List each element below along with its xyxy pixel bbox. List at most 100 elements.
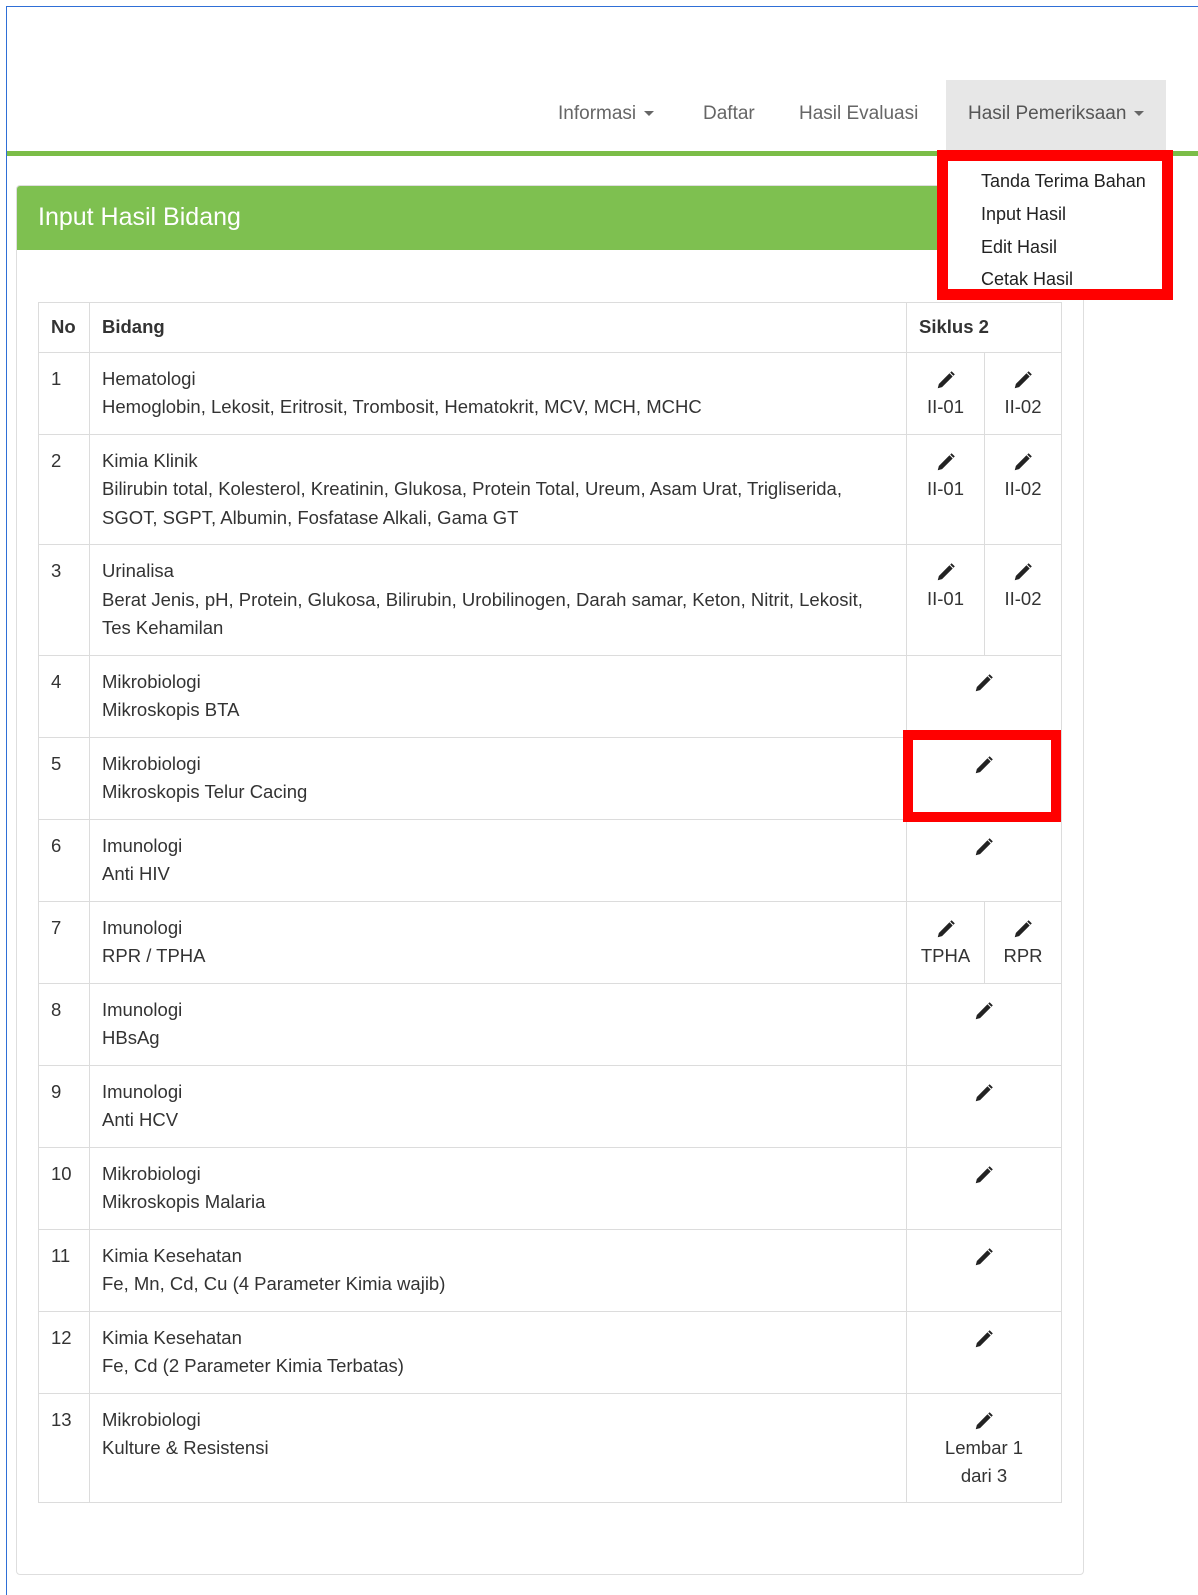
nav-item-daftar[interactable]: Daftar bbox=[703, 80, 755, 154]
page-title: Input Hasil Bidang bbox=[38, 203, 241, 231]
siklus-action-cell: RPR bbox=[984, 900, 1062, 984]
siklus-action-cell: Lembar 1 dari 3 bbox=[906, 1392, 1062, 1503]
bidang-cell: Kimia Kesehatan Fe, Cd (2 Parameter Kimia… bbox=[89, 1310, 907, 1394]
table-row: 10 Mikrobiologi Mikroskopis Malaria bbox=[38, 1146, 1062, 1230]
pencil-icon[interactable] bbox=[935, 451, 957, 473]
row-number: 1 bbox=[38, 351, 90, 435]
row-number: 12 bbox=[38, 1310, 90, 1394]
nav-item-informasi[interactable]: Informasi bbox=[558, 80, 655, 154]
table-row: 8 Imunologi HBsAg bbox=[38, 982, 1062, 1066]
siklus-action-cell: TPHA bbox=[906, 900, 985, 984]
table-row: 1 Hematologi Hemoglobin, Lekosit, Eritrosi… bbox=[38, 351, 1062, 435]
pencil-icon[interactable] bbox=[1012, 561, 1034, 583]
dropdown-item-input-hasil[interactable]: Input Hasil bbox=[981, 204, 1066, 225]
header-bidang: Bidang bbox=[89, 302, 907, 353]
siklus-action-cell bbox=[906, 1310, 1062, 1394]
table-row: 5 Mikrobiologi Mikroskopis Telur Cacing bbox=[38, 736, 1062, 820]
bidang-parameters: Bilirubin total, Kolesterol, Kreatinin, … bbox=[102, 478, 842, 528]
caret-down-icon bbox=[1134, 111, 1145, 117]
bidang-name: Kimia Kesehatan bbox=[102, 1326, 242, 1348]
bidang-name: Mikrobiologi bbox=[102, 752, 201, 774]
bidang-parameters: Fe, Mn, Cd, Cu (4 Parameter Kimia wajib) bbox=[102, 1273, 446, 1294]
bidang-cell: Mikrobiologi Mikroskopis Telur Cacing bbox=[89, 736, 907, 820]
nav-item-label: Hasil Evaluasi bbox=[799, 103, 919, 124]
bidang-name: Mikrobiologi bbox=[102, 1408, 201, 1430]
nav-item-hasil-pemeriksaan[interactable]: Hasil Pemeriksaan bbox=[946, 80, 1167, 154]
siklus-action-cell: II-02 bbox=[984, 544, 1062, 656]
pencil-icon[interactable] bbox=[973, 672, 995, 694]
hasil-pemeriksaan-dropdown: Tanda Terima Bahan Input Hasil Edit Hasi… bbox=[937, 150, 1173, 300]
action-label: II-01 bbox=[926, 477, 965, 499]
pencil-icon[interactable] bbox=[1012, 369, 1034, 391]
bidang-parameters: HBsAg bbox=[102, 1027, 160, 1048]
pencil-icon[interactable] bbox=[973, 1082, 995, 1104]
pencil-icon[interactable] bbox=[1012, 918, 1034, 940]
action-label: RPR bbox=[1003, 944, 1043, 966]
bidang-parameters: Hemoglobin, Lekosit, Eritrosit, Trombosi… bbox=[102, 396, 702, 417]
action-label: II-01 bbox=[926, 588, 965, 609]
dropdown-item-cetak-hasil[interactable]: Cetak Hasil bbox=[981, 269, 1073, 290]
table-row: 11 Kimia Kesehatan Fe, Mn, Cd, Cu (4 Param… bbox=[38, 1228, 1062, 1312]
bidang-cell: Imunologi Anti HCV bbox=[89, 1064, 907, 1148]
row-number: 6 bbox=[38, 818, 90, 902]
window-frame-left bbox=[6, 6, 7, 1595]
pencil-icon[interactable] bbox=[973, 1246, 995, 1268]
pencil-icon[interactable] bbox=[1012, 451, 1034, 473]
siklus-action-cell bbox=[906, 1146, 1062, 1230]
siklus-action-cell bbox=[906, 982, 1062, 1066]
nav-menu: Informasi Daftar Hasil Evaluasi Hasil Pe… bbox=[7, 80, 1198, 154]
bidang-cell: Hematologi Hemoglobin, Lekosit, Eritrosit… bbox=[89, 351, 907, 435]
pencil-icon[interactable] bbox=[973, 1410, 995, 1432]
bidang-parameters: Berat Jenis, pH, Protein, Glukosa, Bilir… bbox=[102, 588, 863, 639]
table-row: 3 Urinalisa Berat Jenis, pH, Protein, Gluk… bbox=[38, 544, 1062, 656]
pencil-icon[interactable] bbox=[935, 918, 957, 940]
pencil-icon[interactable] bbox=[973, 754, 995, 776]
siklus-action-cell bbox=[906, 654, 1062, 738]
pencil-icon[interactable] bbox=[973, 836, 995, 858]
row-number: 11 bbox=[38, 1228, 90, 1312]
pencil-icon[interactable] bbox=[935, 369, 957, 391]
row-number: 2 bbox=[38, 433, 90, 545]
table-row: 7 Imunologi RPR / TPHA TPHA RPR bbox=[38, 900, 1062, 984]
bidang-name: Mikrobiologi bbox=[102, 670, 201, 692]
siklus-action-cell: II-01 bbox=[906, 351, 985, 435]
table-row: 2 Kimia Klinik Bilirubin total, Kolesterol… bbox=[38, 433, 1062, 545]
nav-item-hasil-evaluasi[interactable]: Hasil Evaluasi bbox=[799, 80, 918, 154]
row-number: 4 bbox=[38, 654, 90, 738]
row-number: 9 bbox=[38, 1064, 90, 1148]
top-navbar: Informasi Daftar Hasil Evaluasi Hasil Pe… bbox=[7, 7, 1198, 154]
siklus-action-cell: II-02 bbox=[984, 351, 1062, 435]
table-row: 6 Imunologi Anti HIV bbox=[38, 818, 1062, 902]
action-label: II-02 bbox=[1004, 477, 1042, 499]
siklus-action-cell bbox=[906, 818, 1062, 902]
action-label: II-01 bbox=[926, 395, 965, 417]
pencil-icon[interactable] bbox=[973, 1328, 995, 1350]
bidang-cell: Imunologi HBsAg bbox=[89, 982, 907, 1066]
bidang-name: Urinalisa bbox=[102, 560, 174, 581]
bidang-name: Mikrobiologi bbox=[102, 1162, 201, 1184]
bidang-parameters: Anti HCV bbox=[102, 1109, 179, 1130]
pencil-icon[interactable] bbox=[935, 561, 957, 583]
bidang-name: Imunologi bbox=[102, 998, 183, 1020]
row-number: 10 bbox=[38, 1146, 90, 1230]
row-number: 13 bbox=[38, 1392, 90, 1503]
row-number: 3 bbox=[38, 544, 90, 656]
pencil-icon[interactable] bbox=[973, 1000, 995, 1022]
dropdown-item-edit-hasil[interactable]: Edit Hasil bbox=[981, 237, 1057, 258]
bidang-cell: Mikrobiologi Mikroskopis BTA bbox=[89, 654, 907, 738]
pencil-icon[interactable] bbox=[973, 1164, 995, 1186]
action-label: Lembar 1 dari 3 bbox=[944, 1436, 1024, 1486]
bidang-cell: Mikrobiologi Kulture & Resistensi bbox=[89, 1392, 907, 1503]
bidang-name: Kimia Kesehatan bbox=[102, 1244, 242, 1266]
bidang-name: Imunologi bbox=[102, 834, 183, 856]
nav-item-label: Informasi bbox=[558, 103, 637, 124]
row-number: 7 bbox=[38, 900, 90, 984]
bidang-cell: Kimia Kesehatan Fe, Mn, Cd, Cu (4 Paramet… bbox=[89, 1228, 907, 1312]
action-label: TPHA bbox=[920, 944, 971, 966]
siklus-action-cell bbox=[906, 1228, 1062, 1312]
bidang-cell: Kimia Klinik Bilirubin total, Kolesterol,… bbox=[89, 433, 907, 545]
dropdown-item-tanda-terima[interactable]: Tanda Terima Bahan bbox=[981, 171, 1146, 192]
bidang-table: No Bidang Siklus 2 1 Hematologi Hemoglobin… bbox=[38, 302, 1062, 1503]
panel-heading: Input Hasil Bidang bbox=[17, 186, 1083, 250]
nav-item-label: Daftar bbox=[703, 103, 755, 124]
